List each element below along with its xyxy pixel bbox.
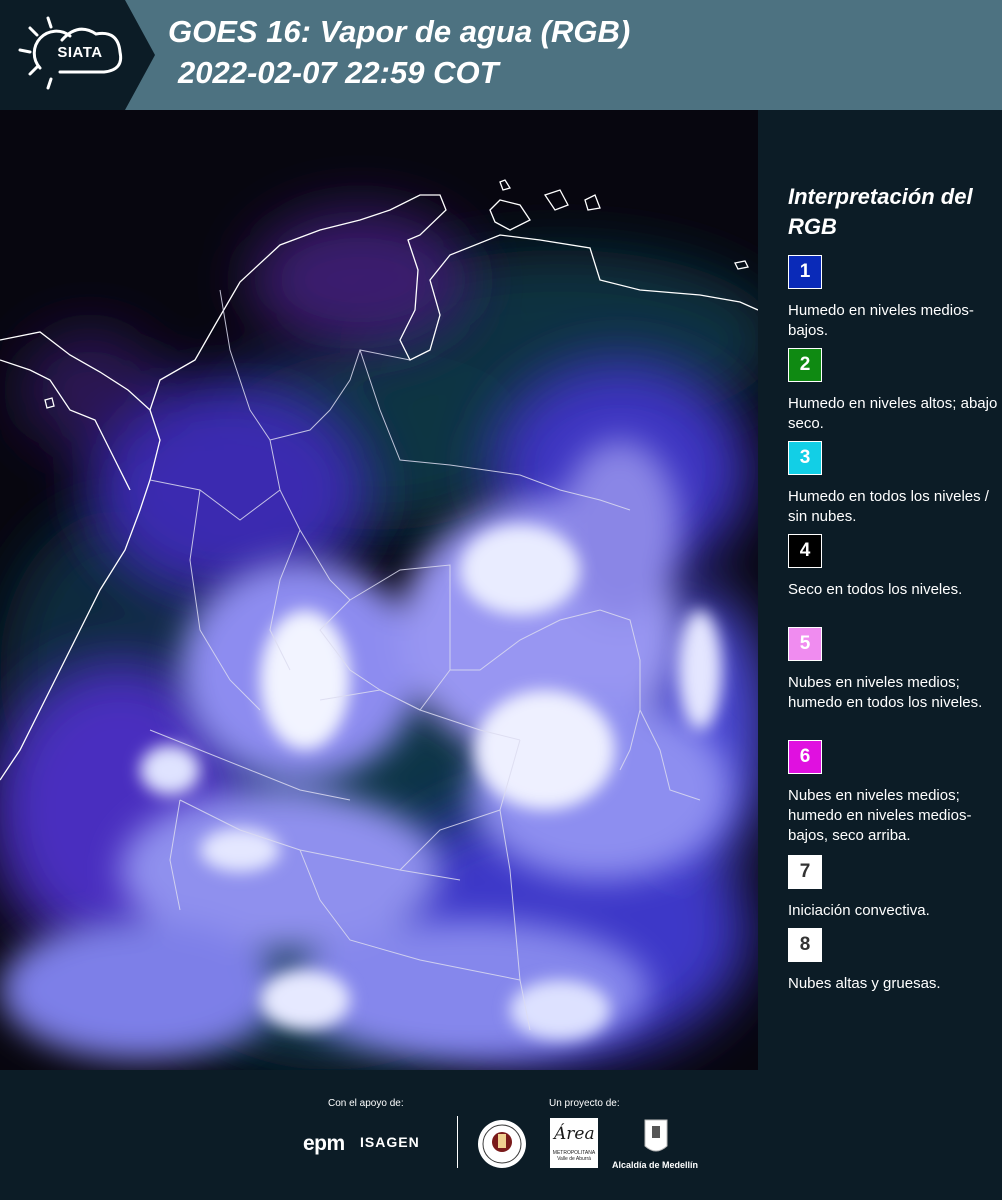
header-bar: SIATA GOES 16: Vapor de agua (RGB) 2022-…	[0, 0, 1002, 110]
legend-item-8: 8 Nubes altas y gruesas.	[788, 928, 998, 994]
support-label: Con el apoyo de:	[328, 1098, 404, 1109]
title-timestamp: 2022-02-07 22:59 COT	[178, 55, 499, 90]
legend-item-5: 5 Nubes en niveles medios; humedo en tod…	[788, 627, 998, 713]
legend-swatch: 5	[788, 627, 822, 661]
title-product: GOES 16: Vapor de agua (RGB)	[168, 14, 631, 49]
legend-swatch: 7	[788, 855, 822, 889]
legend-item-2: 2 Humedo en niveles altos; abajo seco.	[788, 348, 998, 434]
siata-logo-text: SIATA	[57, 44, 103, 61]
project-label: Un proyecto de:	[549, 1098, 620, 1109]
legend-item-7: 7 Iniciación convectiva.	[788, 855, 998, 921]
epm-logo: epm	[303, 1132, 345, 1155]
legend-title: Interpretación del RGB	[788, 184, 973, 239]
footer-divider	[457, 1116, 458, 1168]
legend-swatch: 1	[788, 255, 822, 289]
footer-bar: Con el apoyo de: Un proyecto de: epm ISA…	[0, 1070, 1002, 1200]
area-logo-word: Área	[554, 1124, 595, 1144]
legend-swatch: 6	[788, 740, 822, 774]
legend-description: Humedo en niveles altos; abajo seco.	[788, 395, 998, 432]
medellin-logo-text: Alcaldía de Medellín	[612, 1160, 699, 1170]
legend-item-1: 1 Humedo en niveles medios-bajos.	[788, 255, 998, 341]
satellite-map	[0, 110, 758, 1070]
legend-description: Nubes en niveles medios; humedo en todos…	[788, 674, 983, 711]
legend-swatch: 4	[788, 534, 822, 568]
legend-description: Seco en todos los niveles.	[788, 581, 963, 598]
legend-description: Humedo en niveles medios-bajos.	[788, 302, 974, 339]
area-metropolitana-logo: Área METROPOLITANA Valle de Aburrá	[550, 1118, 598, 1168]
legend-item-4: 4 Seco en todos los niveles.	[788, 534, 998, 600]
legend-swatch: 8	[788, 928, 822, 962]
legend-item-3: 3 Humedo en todos los niveles / sin nube…	[788, 441, 998, 527]
legend-swatch: 2	[788, 348, 822, 382]
siata-logo: SIATA	[0, 0, 155, 110]
legend-description: Nubes en niveles medios; humedo en nivel…	[788, 787, 972, 844]
legend-description: Nubes altas y gruesas.	[788, 975, 941, 992]
isagen-logo: ISAGEN	[360, 1134, 420, 1150]
legend-description: Humedo en todos los niveles / sin nubes.	[788, 488, 989, 525]
legend-description: Iniciación convectiva.	[788, 902, 930, 919]
legend-panel: Interpretación del RGB 1 Humedo en nivel…	[760, 110, 1002, 1070]
medellin-crest-icon	[643, 1118, 669, 1163]
legend-item-6: 6 Nubes en niveles medios; humedo en niv…	[788, 740, 998, 846]
legend-swatch: 3	[788, 441, 822, 475]
seal-logo	[476, 1118, 528, 1175]
area-logo-subtitle: METROPOLITANA Valle de Aburrá	[552, 1150, 596, 1162]
